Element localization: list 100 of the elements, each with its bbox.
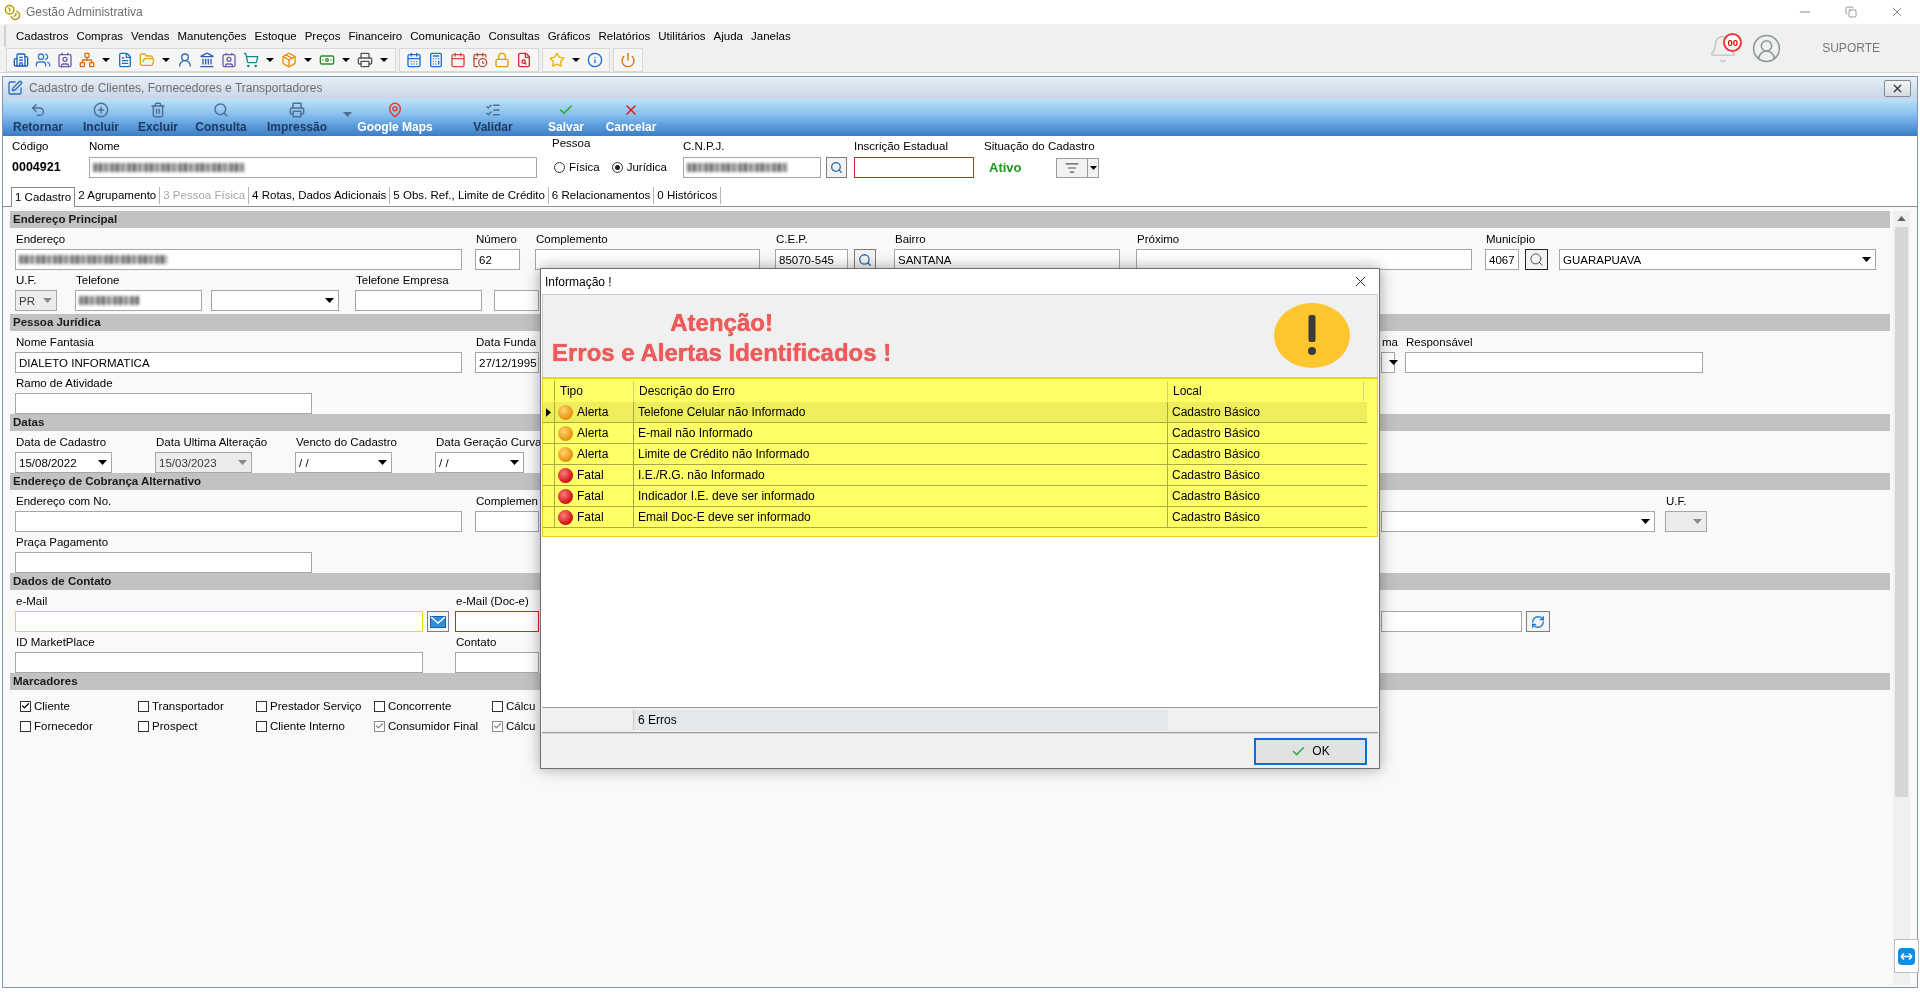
people-icon[interactable] xyxy=(35,51,51,68)
menu-item[interactable]: Gráficos xyxy=(543,27,595,45)
dropdown-field[interactable]: GUARAPUAVA xyxy=(1559,249,1876,270)
checkbox[interactable] xyxy=(492,700,503,712)
text-field[interactable]: 62 xyxy=(475,249,520,270)
menu-item[interactable]: Vendas xyxy=(127,27,174,45)
text-field[interactable] xyxy=(15,249,462,270)
id-card-icon[interactable] xyxy=(57,51,73,68)
text-field[interactable] xyxy=(1405,352,1703,373)
menu-item[interactable]: Utilitários xyxy=(654,27,710,45)
file-search-icon[interactable] xyxy=(516,51,532,68)
text-field[interactable] xyxy=(15,511,462,532)
text-field[interactable] xyxy=(475,511,539,532)
text-field[interactable] xyxy=(89,157,537,178)
text-field[interactable]: 27/12/1995 xyxy=(475,352,539,373)
caret-icon[interactable] xyxy=(1389,360,1398,365)
table-row[interactable]: Alerta E-mail não Informado Cadastro Básico xyxy=(543,423,1367,444)
caret-icon[interactable] xyxy=(98,460,107,465)
text-field[interactable] xyxy=(15,652,423,673)
menu-item[interactable]: Compras xyxy=(72,27,128,45)
caret-icon[interactable] xyxy=(510,460,519,465)
caret-icon[interactable] xyxy=(304,57,312,62)
radio-button[interactable] xyxy=(554,161,565,173)
menu-item[interactable]: Manutenções xyxy=(173,27,251,45)
restore-icon[interactable] xyxy=(1845,6,1857,18)
menu-item[interactable]: Financeiro xyxy=(344,27,407,45)
up-arrow-icon[interactable] xyxy=(1897,216,1906,221)
text-field[interactable]: 85070-545 xyxy=(775,249,848,270)
caret-icon[interactable] xyxy=(1088,157,1099,178)
cart-icon[interactable] xyxy=(243,51,259,68)
text-field[interactable]: SANTANA xyxy=(894,249,1120,270)
text-field[interactable] xyxy=(854,157,974,178)
menu-item[interactable]: Comunicação xyxy=(406,27,485,45)
radio-button[interactable] xyxy=(611,161,623,173)
info-icon[interactable] xyxy=(587,51,603,68)
bank-icon[interactable] xyxy=(199,51,215,68)
text-field[interactable] xyxy=(15,552,312,573)
tab[interactable]: 2 Agrupamento xyxy=(75,187,161,204)
menu-item[interactable]: Ajuda xyxy=(709,27,747,45)
dropdown-field[interactable] xyxy=(1381,511,1655,532)
power-icon[interactable] xyxy=(620,51,636,68)
menu-item[interactable]: Cadastros xyxy=(12,27,73,45)
menu-item[interactable]: Preços xyxy=(300,27,345,45)
caret-icon[interactable] xyxy=(342,57,350,62)
calendar-clock-icon[interactable] xyxy=(472,51,488,68)
text-field[interactable] xyxy=(15,393,312,414)
tab[interactable]: 4 Rotas, Dados Adicionais xyxy=(249,187,391,204)
menu-item[interactable]: Relatórios xyxy=(594,27,655,45)
calendar-icon[interactable] xyxy=(450,51,466,68)
caret-icon[interactable] xyxy=(102,57,110,62)
caret-icon[interactable] xyxy=(378,460,387,465)
text-field[interactable] xyxy=(1381,611,1522,632)
calendar-icon[interactable] xyxy=(406,51,422,68)
person-icon[interactable] xyxy=(177,51,193,68)
scrollbar-thumb[interactable] xyxy=(1895,227,1908,797)
caret-icon[interactable] xyxy=(325,298,334,303)
caret-icon[interactable] xyxy=(162,57,170,62)
user-icon[interactable] xyxy=(1751,32,1783,64)
date-field[interactable]: / / xyxy=(435,452,524,473)
menu-item[interactable]: Consultas xyxy=(484,27,544,45)
user-name[interactable]: SUPORTE xyxy=(1822,41,1880,55)
search-icon[interactable] xyxy=(1525,249,1548,270)
dropdown-field[interactable] xyxy=(211,290,339,311)
document-icon[interactable] xyxy=(117,51,133,68)
caret-icon[interactable] xyxy=(1862,257,1871,262)
refresh-icon[interactable] xyxy=(1526,611,1550,632)
text-field[interactable]: DIALETO INFORMATICA xyxy=(15,352,462,373)
table-row[interactable]: Fatal Indicador I.E. deve ser informado Cadastro Básico xyxy=(543,486,1367,507)
ok-button[interactable]: OK xyxy=(1254,737,1367,765)
scrollbar[interactable] xyxy=(1893,211,1910,985)
close-icon[interactable] xyxy=(1884,79,1911,97)
caret-icon[interactable] xyxy=(380,57,388,62)
text-field[interactable] xyxy=(683,157,821,178)
caret-icon[interactable] xyxy=(266,57,274,62)
caret-icon[interactable] xyxy=(572,57,580,62)
table-row[interactable]: Fatal I.E./R.G. não Informado Cadastro Básico xyxy=(543,465,1367,486)
printer-icon[interactable] xyxy=(357,51,373,68)
menu-item[interactable]: Janelas xyxy=(747,27,795,45)
caret-icon[interactable] xyxy=(1641,519,1650,524)
star-icon[interactable] xyxy=(549,51,565,68)
calculator-icon[interactable] xyxy=(428,51,444,68)
date-field[interactable]: / / xyxy=(295,452,392,473)
text-field[interactable] xyxy=(75,290,202,311)
table-row[interactable]: Fatal Email Doc-E deve ser informado Cadastro Básico xyxy=(543,507,1367,528)
table-row[interactable]: Alerta Telefone Celular não Informado Cadastro Básico xyxy=(543,402,1367,423)
date-field[interactable]: 15/08/2022 xyxy=(15,452,112,473)
text-field[interactable]: 4067 xyxy=(1485,249,1519,270)
dropdown-field[interactable] xyxy=(1381,352,1395,373)
envelope-icon[interactable] xyxy=(427,611,449,632)
hierarchy-icon[interactable] xyxy=(79,51,95,68)
text-field[interactable] xyxy=(355,290,482,311)
text-field[interactable] xyxy=(455,652,539,673)
table-row[interactable]: Alerta Limite de Crédito não Informado Cadastro Básico xyxy=(543,444,1367,465)
building-icon[interactable] xyxy=(13,51,29,68)
checkbox[interactable] xyxy=(20,720,31,732)
text-field[interactable] xyxy=(1136,249,1472,270)
checkbox[interactable] xyxy=(256,720,267,732)
text-field[interactable] xyxy=(535,249,760,270)
text-field[interactable] xyxy=(494,290,539,311)
checkbox[interactable] xyxy=(20,700,31,712)
